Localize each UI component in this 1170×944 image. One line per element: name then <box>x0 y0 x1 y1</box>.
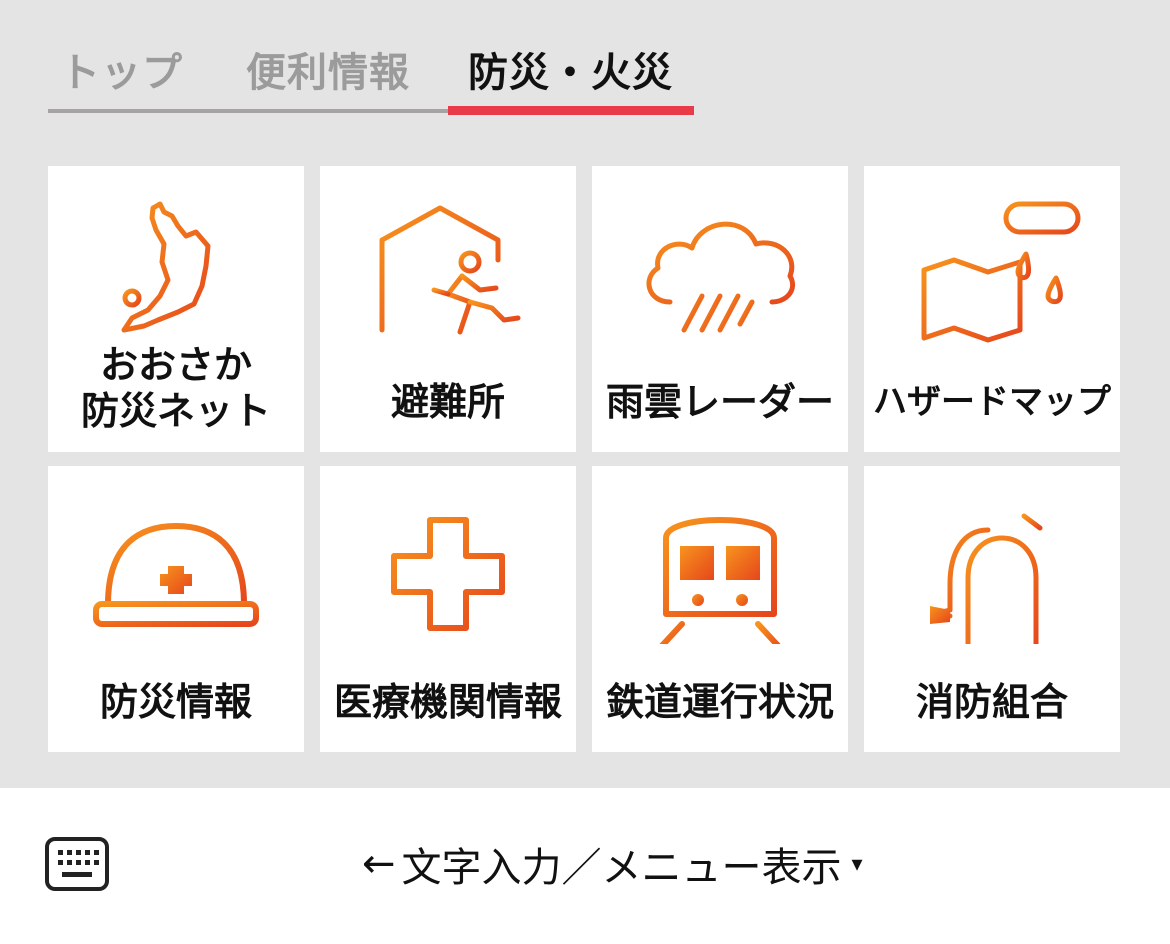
fire-extinguisher-icon <box>930 507 1047 644</box>
tab-useful-info[interactable]: 便利情報 <box>246 40 410 98</box>
caret-down-icon: ▾ <box>851 851 863 877</box>
tile-label: 雨雲レーダー <box>605 380 834 424</box>
tile-label: ハザードマップ <box>873 382 1111 422</box>
tile-label: 鉄道運行状況 <box>605 680 834 724</box>
evacuation-shelter-icon <box>379 205 521 335</box>
tile-disaster-info[interactable]: 防災情報 <box>48 466 304 752</box>
menu-toggle-label: 文字入力／メニュー表示 <box>401 845 842 891</box>
medical-cross-icon <box>391 517 505 631</box>
tab-top[interactable]: トップ <box>60 40 183 98</box>
tile-medical-institutions[interactable]: 医療機関情報 <box>320 466 576 752</box>
tile-hazard-map[interactable]: ハザードマップ <box>864 166 1120 452</box>
tile-rain-radar[interactable]: 雨雲レーダー <box>592 166 848 452</box>
tile-fire-department[interactable]: 消防組合 <box>864 466 1120 752</box>
tile-osaka-bousai-net[interactable]: おおさか 防災ネット <box>48 166 304 452</box>
tile-label: 避難所 <box>390 380 505 424</box>
tile-label: 防災情報 <box>99 680 252 724</box>
bottom-bar: ← 文字入力／メニュー表示 ▾ <box>0 788 1170 944</box>
train-icon <box>659 517 781 644</box>
menu-toggle-button[interactable]: ← 文字入力／メニュー表示 ▾ <box>362 836 863 892</box>
arrow-left-icon: ← <box>362 841 396 887</box>
tab-disaster-fire[interactable]: 防災・火災 <box>468 40 673 98</box>
tile-label-line1: おおさか <box>99 343 252 387</box>
osaka-map-icon <box>121 201 211 333</box>
tile-evacuation-shelter[interactable]: 避難所 <box>320 166 576 452</box>
tab-active-indicator <box>448 106 694 115</box>
rain-cloud-icon <box>646 221 796 333</box>
tile-label: 医療機関情報 <box>333 680 562 724</box>
tile-label: 消防組合 <box>915 680 1068 724</box>
tile-railway-status[interactable]: 鉄道運行状況 <box>592 466 848 752</box>
keyboard-icon[interactable] <box>44 836 110 892</box>
helmet-icon <box>93 523 259 627</box>
hazard-map-icon <box>921 201 1081 343</box>
tab-bar: トップ 便利情報 防災・火災 <box>48 30 698 116</box>
tile-label-line2: 防災ネット <box>80 389 271 433</box>
tab-underline <box>48 109 448 113</box>
